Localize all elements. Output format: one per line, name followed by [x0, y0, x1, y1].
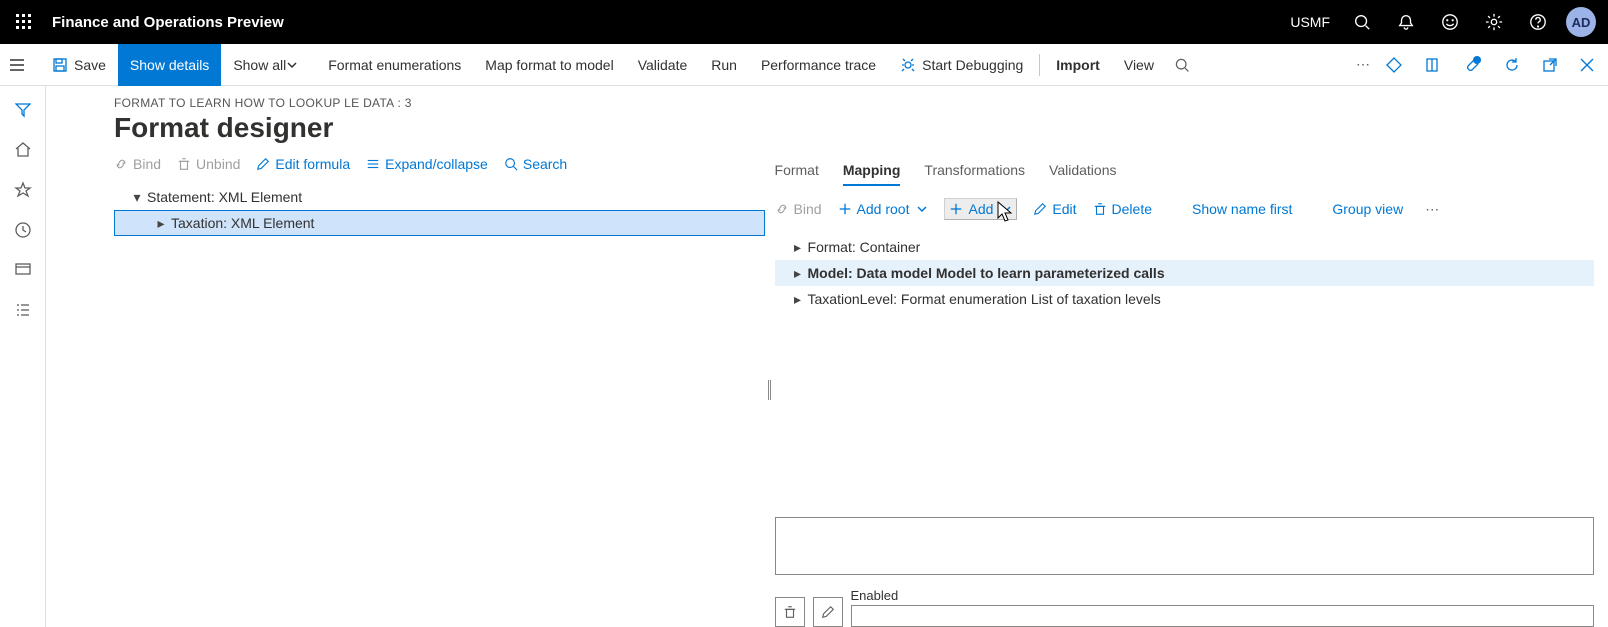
list-icon: [366, 157, 380, 171]
company-label[interactable]: USMF: [1280, 14, 1340, 30]
overflow-icon[interactable]: ⋯: [1348, 44, 1378, 86]
home-icon[interactable]: [3, 130, 43, 170]
tab-transformations[interactable]: Transformations: [924, 156, 1025, 186]
format-enumerations-button[interactable]: Format enumerations: [316, 44, 473, 86]
expand-collapse-button[interactable]: Expand/collapse: [366, 156, 488, 172]
overflow-icon[interactable]: ⋯: [1419, 201, 1445, 218]
svg-text:0: 0: [1475, 58, 1479, 65]
edit-button[interactable]: Edit: [1033, 201, 1076, 217]
plus-icon: [949, 202, 963, 216]
expand-icon[interactable]: ▸: [788, 261, 808, 285]
page-title: Format designer: [114, 112, 1594, 144]
splitter-handle[interactable]: [765, 152, 775, 627]
left-bind-button: Bind: [114, 156, 161, 172]
run-button[interactable]: Run: [699, 44, 749, 86]
refresh-icon[interactable]: [1496, 44, 1534, 86]
tree-label: TaxationLevel: Format enumeration List o…: [808, 291, 1161, 307]
plus-icon: [838, 202, 852, 216]
collapse-icon[interactable]: ▾: [127, 185, 147, 209]
delete-button[interactable]: Delete: [1093, 201, 1152, 217]
enabled-label: Enabled: [851, 588, 1594, 603]
popout-icon[interactable]: [1534, 44, 1572, 86]
search-icon[interactable]: [1340, 0, 1384, 44]
start-debugging-button[interactable]: Start Debugging: [888, 44, 1035, 86]
smiley-icon[interactable]: [1428, 0, 1472, 44]
expand-icon[interactable]: ▸: [151, 211, 171, 235]
link-icon: [775, 202, 789, 216]
tree-label: Taxation: XML Element: [171, 215, 314, 231]
star-icon[interactable]: [3, 170, 43, 210]
diamond-icon[interactable]: [1378, 44, 1416, 86]
tree-label: Format: Container: [808, 239, 921, 255]
show-name-first-button[interactable]: Show name first: [1192, 201, 1292, 217]
commandbar: Save Show details Show all Format enumer…: [0, 44, 1608, 86]
tree-row[interactable]: ▸ Model: Data model Model to learn param…: [775, 260, 1594, 286]
left-rail: [0, 86, 46, 627]
book-icon[interactable]: [1416, 44, 1454, 86]
show-all-button[interactable]: Show all: [221, 44, 316, 86]
chevron-down-icon: [916, 203, 928, 215]
datasource-tree: ▸ Format: Container ▸ Model: Data model …: [775, 232, 1594, 312]
enabled-input[interactable]: [851, 605, 1594, 627]
pencil-icon: [1033, 202, 1047, 216]
titlebar: Finance and Operations Preview USMF AD: [0, 0, 1608, 44]
tree-row[interactable]: ▾ Statement: XML Element: [114, 184, 765, 210]
hamburger-icon[interactable]: [0, 44, 40, 86]
right-tabs: Format Mapping Transformations Validatio…: [775, 152, 1594, 194]
bell-icon[interactable]: [1384, 0, 1428, 44]
chevron-down-icon: [1000, 203, 1012, 215]
help-icon[interactable]: [1516, 0, 1560, 44]
validate-button[interactable]: Validate: [626, 44, 700, 86]
tree-row[interactable]: ▸ TaxationLevel: Format enumeration List…: [775, 286, 1594, 312]
app-title: Finance and Operations Preview: [52, 14, 284, 31]
tree-label: Statement: XML Element: [147, 189, 302, 205]
left-search-button[interactable]: Search: [504, 156, 567, 172]
link-icon: [114, 157, 128, 171]
pencil-icon: [821, 605, 835, 619]
delete-formula-button[interactable]: [775, 597, 805, 627]
view-button[interactable]: View: [1112, 44, 1166, 86]
cmd-search-icon[interactable]: [1166, 44, 1204, 86]
modules-icon[interactable]: [3, 290, 43, 330]
separator: [1039, 54, 1040, 76]
save-label: Save: [74, 57, 106, 73]
clock-icon[interactable]: [3, 210, 43, 250]
attachment-icon[interactable]: 0: [1454, 44, 1496, 86]
save-button[interactable]: Save: [40, 44, 118, 86]
trash-icon: [1093, 202, 1107, 216]
trash-icon: [783, 605, 797, 619]
search-icon: [504, 157, 518, 171]
close-icon[interactable]: [1572, 44, 1608, 86]
right-bind-button: Bind: [775, 201, 822, 217]
tab-mapping[interactable]: Mapping: [843, 156, 901, 186]
show-details-button[interactable]: Show details: [118, 44, 221, 86]
funnel-icon[interactable]: [3, 90, 43, 130]
gear-icon[interactable]: [1472, 0, 1516, 44]
tree-row[interactable]: ▸ Taxation: XML Element: [114, 210, 765, 236]
chevron-down-icon: [286, 59, 298, 71]
waffle-icon[interactable]: [6, 4, 42, 40]
performance-trace-button[interactable]: Performance trace: [749, 44, 888, 86]
expand-icon[interactable]: ▸: [788, 287, 808, 311]
page-subtitle: FORMAT TO LEARN HOW TO LOOKUP LE DATA : …: [114, 96, 1594, 110]
trash-icon: [177, 157, 191, 171]
left-unbind-button: Unbind: [177, 156, 240, 172]
workspace-icon[interactable]: [3, 250, 43, 290]
import-button[interactable]: Import: [1044, 44, 1112, 86]
add-button[interactable]: Add: [944, 198, 1017, 220]
formula-input[interactable]: [775, 517, 1594, 575]
group-view-button[interactable]: Group view: [1332, 201, 1403, 217]
tab-validations[interactable]: Validations: [1049, 156, 1116, 186]
pencil-icon: [256, 157, 270, 171]
tree-label: Model: Data model Model to learn paramet…: [808, 265, 1165, 281]
map-format-button[interactable]: Map format to model: [473, 44, 625, 86]
tree-row[interactable]: ▸ Format: Container: [775, 234, 1594, 260]
add-root-button[interactable]: Add root: [838, 201, 929, 217]
expand-icon[interactable]: ▸: [788, 235, 808, 259]
edit-formula-button[interactable]: Edit formula: [256, 156, 350, 172]
avatar[interactable]: AD: [1566, 7, 1596, 37]
format-tree: ▾ Statement: XML Element ▸ Taxation: XML…: [114, 184, 765, 236]
tab-format[interactable]: Format: [775, 156, 819, 186]
edit-formula-small-button[interactable]: [813, 597, 843, 627]
